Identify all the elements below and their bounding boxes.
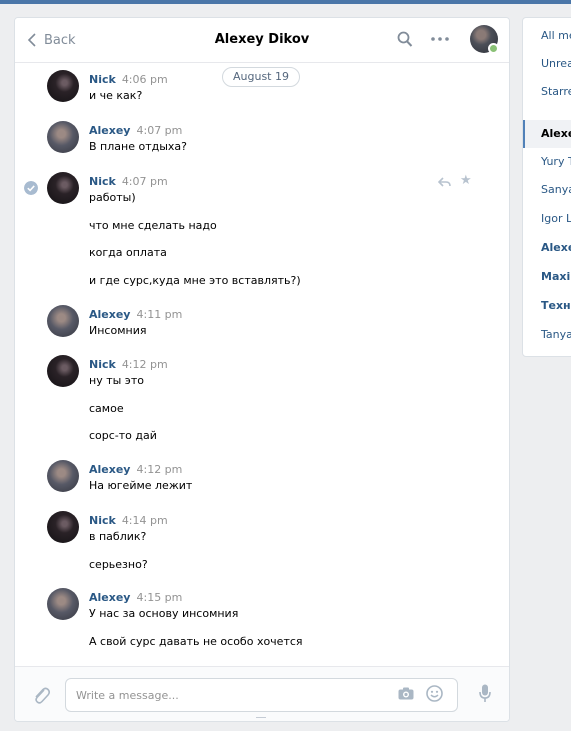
star-icon[interactable]: ★ [460,173,472,188]
conversation-item[interactable]: Igor L [523,205,571,233]
conversation-item[interactable]: Tanya [523,321,571,349]
paperclip-icon[interactable] [32,685,50,705]
chat-header: Back Alexey Dikov [15,18,509,63]
resize-handle[interactable] [256,717,266,721]
message-header: Nick 4:12 pm [89,358,168,371]
filter-starred[interactable]: Starre [523,78,571,106]
message-text: Инсомния [89,324,147,337]
avatar[interactable] [47,460,79,492]
author-name[interactable]: Alexey [89,308,130,321]
message-header: Nick 4:07 pm [89,175,168,188]
more-icon[interactable] [431,37,449,41]
message-text: сорс-то дай [89,429,157,442]
avatar[interactable] [47,355,79,387]
author-name[interactable]: Alexey [89,124,130,137]
message-time[interactable]: 4:11 pm [136,308,182,321]
avatar[interactable] [47,121,79,153]
filter-unread[interactable]: Unrea [523,50,571,78]
message-header: Alexey 4:15 pm [89,591,182,604]
chat-panel: Back Alexey Dikov August 19 Nick 4:06 pm … [14,17,510,722]
avatar[interactable] [47,172,79,204]
avatar[interactable] [47,70,79,102]
message-time[interactable]: 4:15 pm [136,591,182,604]
message-text: У нас за основу инсомния [89,607,239,620]
message-time[interactable]: 4:14 pm [122,514,168,527]
message-text: серьезно? [89,558,148,571]
message-time[interactable]: 4:06 pm [122,73,168,86]
reply-icon[interactable] [438,177,451,187]
message-text: А свой сурс давать не особо хочется [89,635,303,648]
message-header: Nick 4:06 pm [89,73,168,86]
message-history[interactable]: August 19 Nick 4:06 pm и че как? Alexey 4:… [15,63,509,666]
message-header: Alexey 4:11 pm [89,308,182,321]
smile-icon[interactable] [426,685,443,702]
message-text: работы) [89,191,136,204]
message-text: самое [89,402,124,415]
message-header: Alexey 4:12 pm [89,463,182,476]
conversation-item[interactable]: Sanya [523,176,571,204]
search-icon[interactable] [397,31,413,48]
top-bar [0,0,571,4]
message-text: в паблик? [89,530,147,543]
author-name[interactable]: Nick [89,73,116,86]
author-name[interactable]: Nick [89,514,116,527]
message-text: и где сурс,куда мне это вставлять?) [89,274,301,287]
conversation-item[interactable]: Alexe [523,120,571,148]
camera-icon[interactable] [398,687,414,700]
online-indicator [488,43,499,54]
check-icon[interactable] [24,181,38,195]
author-name[interactable]: Alexey [89,591,130,604]
message-composer: Write a message... [15,666,509,721]
avatar[interactable] [47,305,79,337]
microphone-icon[interactable] [479,684,491,703]
conversation-item[interactable]: Yury T [523,148,571,176]
conversation-item[interactable]: Alexe [523,234,571,262]
message-text: что мне сделать надо [89,219,217,232]
avatar[interactable] [47,511,79,543]
message-time[interactable]: 4:07 pm [136,124,182,137]
conversations-panel: All me Unrea Starre Alexe Yury T Sanya I… [522,17,571,357]
date-divider: August 19 [222,67,300,87]
message-text: ну ты это [89,374,144,387]
conversation-item[interactable]: Maxir [523,263,571,291]
message-text: На югейме лежит [89,479,193,492]
filter-all-messages[interactable]: All me [523,22,571,50]
message-text: когда оплата [89,246,167,259]
message-text: В плане отдыха? [89,140,187,153]
author-name[interactable]: Nick [89,358,116,371]
message-time[interactable]: 4:12 pm [136,463,182,476]
message-header: Alexey 4:07 pm [89,124,182,137]
message-header: Nick 4:14 pm [89,514,168,527]
avatar[interactable] [47,588,79,620]
message-text: и че как? [89,89,143,102]
message-time[interactable]: 4:07 pm [122,175,168,188]
conversation-item[interactable]: Техно [523,292,571,320]
message-time[interactable]: 4:12 pm [122,358,168,371]
author-name[interactable]: Alexey [89,463,130,476]
author-name[interactable]: Nick [89,175,116,188]
